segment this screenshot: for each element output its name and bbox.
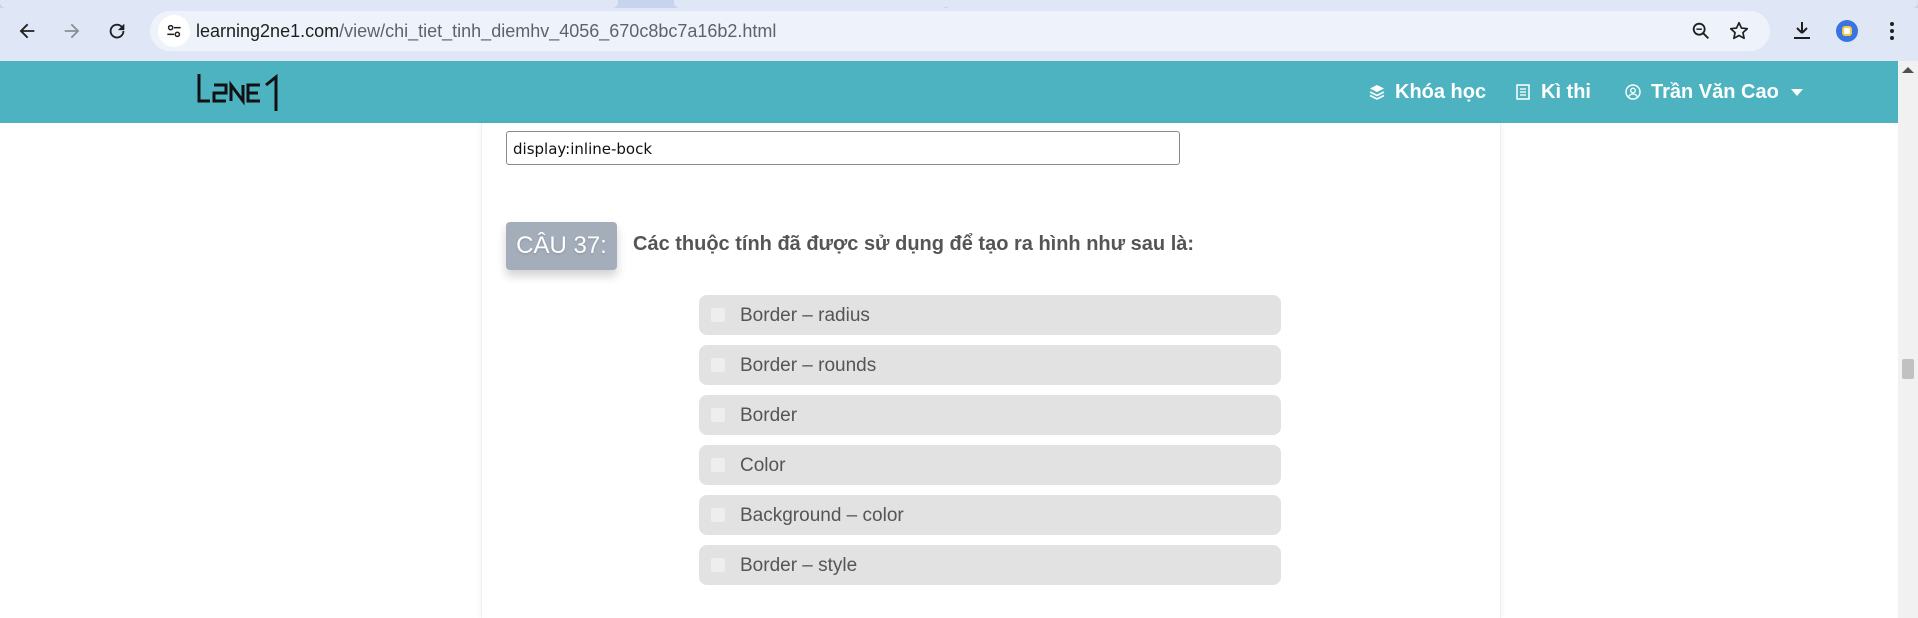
option-checkbox[interactable] <box>711 558 725 572</box>
option-label: Border <box>740 405 798 426</box>
scroll-up-icon[interactable] <box>1902 67 1914 73</box>
scroll-thumb[interactable] <box>1902 359 1914 379</box>
download-icon[interactable] <box>1785 14 1819 48</box>
option-label: Background – color <box>740 505 904 526</box>
option-label: Color <box>740 455 786 476</box>
address-bar[interactable]: learning2ne1.com/view/chi_tiet_tinh_diem… <box>150 11 1770 51</box>
url-host: learning2ne1.com <box>196 21 340 41</box>
option-label: Border – style <box>740 555 858 576</box>
zoom-icon[interactable] <box>1686 16 1716 46</box>
url-path: /view/chi_tiet_tinh_diemhv_4056_670c8bc7… <box>339 21 777 41</box>
nav-user-menu[interactable]: Trần Văn Cao <box>1625 79 1803 105</box>
list-icon <box>1516 84 1530 100</box>
question-text: Các thuộc tính đã được sử dụng để tạo ra… <box>633 233 1195 255</box>
answer-option[interactable]: Border <box>699 395 1281 435</box>
site-info-icon[interactable] <box>158 15 190 47</box>
nav-ki-thi[interactable]: Kì thi <box>1515 79 1591 105</box>
option-label: Border – rounds <box>740 355 877 376</box>
option-label: Border – radius <box>740 305 870 326</box>
menu-icon[interactable] <box>1875 14 1909 48</box>
nav-khoa-hoc[interactable]: Khóa học <box>1369 79 1486 105</box>
answer-option[interactable]: Border – radius <box>699 295 1281 335</box>
star-icon[interactable] <box>1724 16 1754 46</box>
back-arrow-icon[interactable] <box>10 14 44 48</box>
page-scrollbar[interactable] <box>1898 61 1918 618</box>
url-text[interactable]: learning2ne1.com/view/chi_tiet_tinh_diem… <box>196 21 776 42</box>
tab-strip <box>0 0 1918 8</box>
option-checkbox[interactable] <box>711 458 725 472</box>
user-circle-icon <box>1625 84 1641 100</box>
answer-option[interactable]: Background – color <box>699 495 1281 535</box>
site-logo[interactable] <box>196 71 286 113</box>
profile-icon[interactable] <box>1830 14 1864 48</box>
chevron-down-icon <box>1790 88 1803 96</box>
answer-options: Border – radius Border – rounds Border C… <box>699 295 1281 595</box>
site-header: Khóa học Kì thi Trần Văn Cao <box>0 61 1898 123</box>
reload-icon[interactable] <box>100 14 134 48</box>
nav-ki-thi-label: Kì thi <box>1541 80 1591 103</box>
answer-option[interactable]: Color <box>699 445 1281 485</box>
option-checkbox[interactable] <box>711 358 725 372</box>
option-checkbox[interactable] <box>711 408 725 422</box>
answer-option[interactable]: Border – rounds <box>699 345 1281 385</box>
answer-option[interactable]: Border – style <box>699 545 1281 585</box>
option-checkbox[interactable] <box>711 508 725 522</box>
question-number-badge: CÂU 37: <box>506 222 617 270</box>
nav-user-label: Trần Văn Cao <box>1651 80 1779 103</box>
layers-icon <box>1369 85 1385 100</box>
option-checkbox[interactable] <box>711 308 725 322</box>
previous-answer-field[interactable]: display:inline-bock <box>506 131 1180 165</box>
nav-khoa-hoc-label: Khóa học <box>1395 80 1487 103</box>
forward-arrow-icon[interactable] <box>55 14 89 48</box>
browser-toolbar: learning2ne1.com/view/chi_tiet_tinh_diem… <box>0 0 1918 61</box>
